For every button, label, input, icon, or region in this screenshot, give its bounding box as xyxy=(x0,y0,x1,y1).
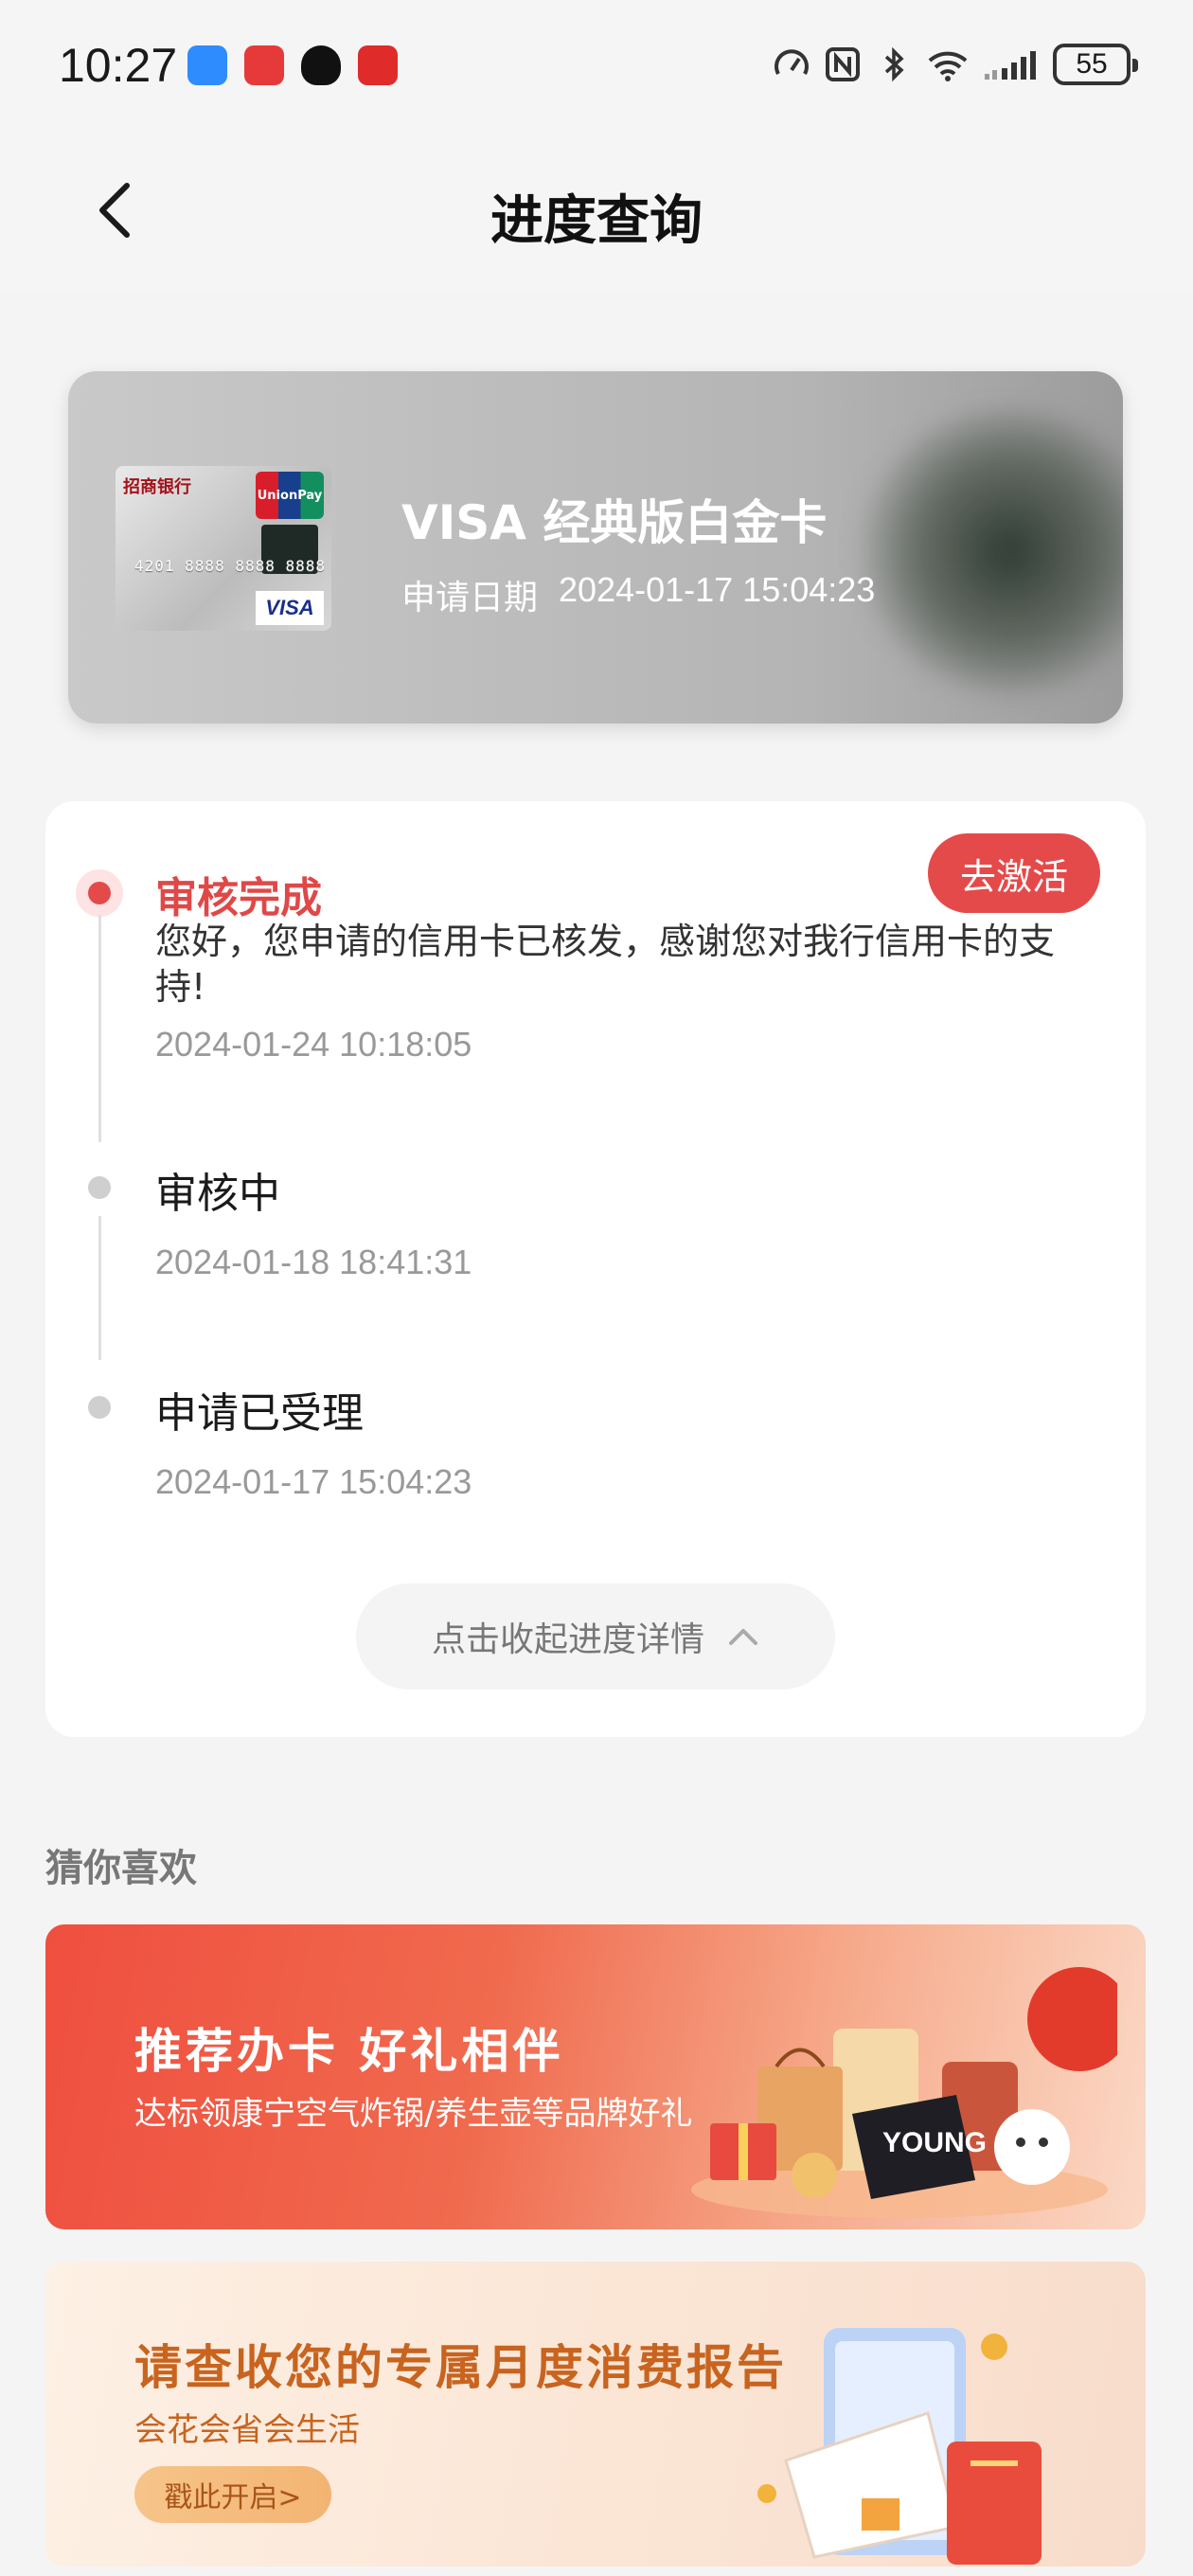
activate-button[interactable]: 去激活 xyxy=(928,833,1100,913)
timeline-dot xyxy=(88,1396,111,1419)
young-card-text: YOUNG xyxy=(882,2127,987,2158)
shopping-app-icon xyxy=(244,45,284,85)
timeline-line xyxy=(98,915,101,1142)
collapse-progress-button[interactable]: 点击收起进度详情 xyxy=(356,1583,835,1690)
timeline-dot xyxy=(88,1176,111,1199)
wifi-icon xyxy=(928,51,968,81)
application-date-row: 申请日期 2024-01-17 15:04:23 xyxy=(401,570,875,619)
phone-report-illustration-icon xyxy=(757,2328,1042,2565)
step-title-reviewing: 审核中 xyxy=(155,1170,280,1218)
progress-timeline-panel: 去激活 审核完成 您好，您申请的信用卡已核发，感谢您对我行信用卡的支持! 202… xyxy=(45,801,1146,1737)
battery-indicator: 55 xyxy=(1053,44,1138,85)
timeline-dot-active xyxy=(76,869,123,917)
open-report-button[interactable]: 戳此开启> xyxy=(134,2466,331,2523)
bank-logo-text: 招商银行 xyxy=(123,477,191,497)
step-time: 2024-01-18 18:41:31 xyxy=(155,1243,472,1281)
application-date-label: 申请日期 xyxy=(401,579,539,617)
step-time: 2024-01-24 10:18:05 xyxy=(155,1025,472,1064)
card-info-banner: 招商银行 UnionPay 4201 8888 8888 8888 VISA V… xyxy=(68,371,1123,724)
timeline-line xyxy=(98,1216,101,1360)
nfc-icon xyxy=(826,47,860,81)
unionpay-app-icon xyxy=(358,45,398,85)
step-title-completed: 审核完成 xyxy=(155,874,322,922)
card-number: 4201 8888 8888 8888 xyxy=(134,557,327,575)
promo-banner-title: 推荐办卡 好礼相伴 xyxy=(134,2023,564,2079)
application-date-value: 2024-01-17 15:04:23 xyxy=(559,570,876,609)
step-title-accepted: 申请已受理 xyxy=(155,1389,364,1438)
step-description: 您好，您申请的信用卡已核发，感谢您对我行信用卡的支持! xyxy=(155,921,1056,1008)
report-banner-subtitle: 会花会省会生活 xyxy=(134,2411,360,2449)
promo-banner-card-apply[interactable]: 推荐办卡 好礼相伴 达标领康宁空气炸锅/养生壶等品牌好礼 YOUNG xyxy=(45,1924,1146,2229)
card-glow-decoration xyxy=(858,409,1123,693)
message-app-icon xyxy=(187,45,227,85)
status-bar: 10:27 55 xyxy=(0,0,1193,133)
speed-icon xyxy=(775,49,809,75)
collapse-label: 点击收起进度详情 xyxy=(431,1620,704,1659)
page-title: 进度查询 xyxy=(490,190,703,252)
visa-logo: VISA xyxy=(256,591,324,625)
nav-header: 进度查询 xyxy=(0,133,1193,294)
promo-banner-subtitle: 达标领康宁空气炸锅/养生壶等品牌好礼 xyxy=(134,2095,693,2133)
card-product-name: VISA 经典版白金卡 xyxy=(401,495,828,550)
card-thumbnail: 招商银行 UnionPay 4201 8888 8888 8888 VISA xyxy=(116,466,331,631)
status-time: 10:27 xyxy=(59,39,178,92)
promo-banner-monthly-report[interactable]: 请查收您的专属月度消费报告 会花会省会生活 戳此开启> xyxy=(45,2262,1146,2567)
step-time: 2024-01-17 15:04:23 xyxy=(155,1462,472,1501)
gift-illustration-icon: YOUNG xyxy=(691,1967,1117,2218)
qq-icon xyxy=(301,45,341,85)
report-banner-title: 请查收您的专属月度消费报告 xyxy=(134,2339,787,2395)
recommend-section-title: 猜你喜欢 xyxy=(45,1847,197,1890)
notification-icons xyxy=(187,45,398,85)
system-icons: 55 xyxy=(773,44,1138,85)
unionpay-logo: UnionPay xyxy=(256,472,324,519)
signal-icon xyxy=(985,51,1036,80)
bluetooth-icon xyxy=(884,46,904,82)
chevron-up-icon xyxy=(729,1629,757,1645)
